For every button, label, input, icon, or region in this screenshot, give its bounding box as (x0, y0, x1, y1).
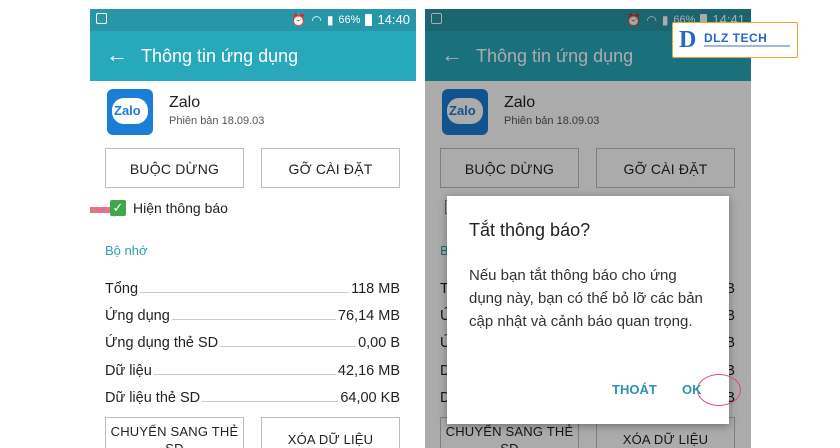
watermark-tagline (704, 45, 790, 47)
storage-row-total: Tổng 118 MB (105, 281, 400, 303)
storage-value: 0,00 B (356, 335, 400, 351)
zalo-app-icon: Zalo (107, 89, 153, 135)
storage-label: Tổng (105, 281, 141, 297)
ok-highlight-circle (697, 374, 741, 406)
status-icons: ⏰ ◠ ▮ 66% 14:40 (291, 12, 410, 27)
turn-off-notifications-dialog: Tắt thông báo? Nếu bạn tắt thông báo cho… (447, 196, 741, 424)
storage-value: 118 MB (349, 281, 400, 297)
show-notifications-label: Hiện thông báo (133, 200, 228, 216)
arrow-left-icon[interactable]: ← (106, 44, 128, 66)
storage-row-data: Dữ liệu 42,16 MB (105, 363, 400, 385)
storage-value: 64,00 KB (338, 390, 400, 406)
storage-label: Dữ liệu (105, 363, 154, 379)
dialog-cancel-button[interactable]: THOÁT (612, 382, 657, 397)
storage-section-title: Bộ nhớ (105, 243, 148, 258)
battery-icon (365, 13, 373, 26)
phone-screen-app-info: ⏰ ◠ ▮ 66% 14:40 ← Thông tin ứng dụng Zal… (90, 9, 416, 448)
battery-percent: 66% (338, 13, 361, 26)
app-name: Zalo (169, 94, 201, 111)
storage-row-app-sd: Ứng dụng thẻ SD 0,00 B (105, 335, 400, 357)
storage-value: 42,16 MB (335, 363, 400, 379)
storage-label: Ứng dụng (105, 308, 172, 324)
status-time: 14:40 (377, 12, 410, 27)
storage-label: Ứng dụng thẻ SD (105, 335, 221, 351)
status-bar: ⏰ ◠ ▮ 66% 14:40 (90, 9, 416, 31)
phone-screen-dialog: ⏰ ◠ ▮ 66% 14:41 ← Thông tin ứng dụng Zal… (425, 9, 751, 448)
move-to-sd-button[interactable]: CHUYỂN SANG THẺ SD (105, 417, 244, 448)
watermark-text: DLZ TECH (704, 31, 768, 45)
clear-data-button[interactable]: XÓA DỮ LIỆU (261, 417, 400, 448)
app-bar: ← Thông tin ứng dụng (90, 31, 416, 81)
storage-value: 76,14 MB (335, 308, 400, 324)
dlz-tech-watermark: D DLZ TECH (672, 22, 798, 58)
dialog-title: Tắt thông báo? (469, 220, 591, 240)
dialog-ok-button[interactable]: OK (682, 382, 702, 397)
storage-row-app: Ứng dụng 76,14 MB (105, 308, 400, 330)
storage-label: Dữ liệu thẻ SD (105, 390, 203, 406)
force-stop-button[interactable]: BUỘC DỪNG (105, 148, 244, 188)
show-notifications-row[interactable]: ✓ Hiện thông báo (90, 194, 416, 222)
app-version: Phiên bản 18.09.03 (169, 115, 265, 127)
dlz-logo-icon: D (679, 27, 697, 53)
logo-text: Zalo (114, 103, 141, 118)
alarm-icon: ⏰ (291, 12, 307, 27)
page-title: Thông tin ứng dụng (141, 46, 299, 66)
storage-row-data-sd: Dữ liệu thẻ SD 64,00 KB (105, 390, 400, 412)
show-notifications-checkbox[interactable]: ✓ (110, 200, 126, 216)
dialog-message: Nếu bạn tắt thông báo cho ứng dụng này, … (469, 267, 703, 330)
app-header: Zalo Zalo Phiên bản 18.09.03 (90, 81, 416, 147)
uninstall-button[interactable]: GỠ CÀI ĐẶT (261, 148, 400, 188)
screenshot-icon (96, 13, 107, 24)
wifi-icon: ◠ (311, 12, 322, 27)
signal-icon: ▮ (326, 12, 334, 27)
